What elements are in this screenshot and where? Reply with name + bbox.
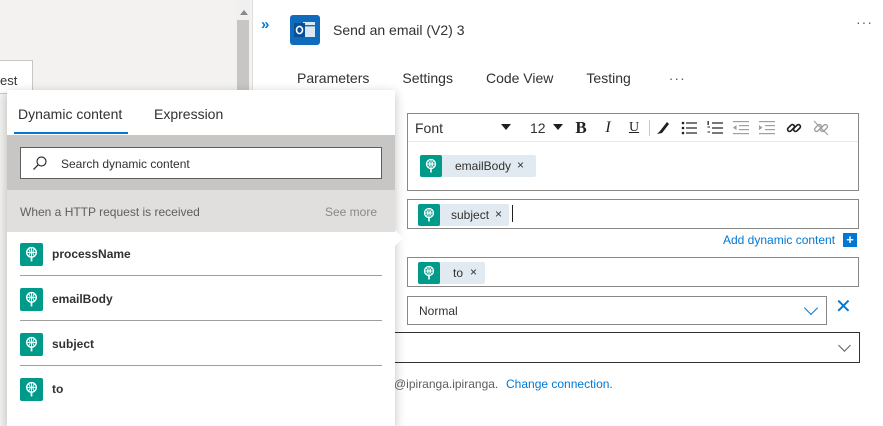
request-trigger-icon [20, 288, 43, 311]
token-label: to [453, 266, 464, 280]
dynamic-content-flyout: Dynamic content Expression Search dynami… [7, 90, 403, 426]
search-area: Search dynamic content [7, 135, 395, 190]
editor-toolbar: Font 12 B I U [408, 114, 858, 142]
action-more-icon[interactable]: ··· [856, 14, 873, 30]
chevron-down-icon[interactable] [838, 339, 851, 352]
connection-account: @ipiranga.ipiranga. [394, 377, 499, 391]
highlight-icon[interactable] [654, 119, 672, 137]
see-more-link[interactable]: See more [325, 205, 377, 219]
flyout-pointer [395, 230, 403, 246]
dynamic-item-label: subject [52, 337, 95, 351]
background-card-label: est [0, 73, 18, 88]
request-trigger-icon [20, 378, 43, 401]
remove-token-icon[interactable]: × [495, 207, 502, 221]
link-icon[interactable] [785, 119, 803, 137]
request-trigger-icon [418, 262, 440, 284]
add-dynamic-content-link[interactable]: Add dynamic content [723, 233, 835, 247]
bullet-list-icon[interactable] [680, 119, 698, 137]
search-input[interactable]: Search dynamic content [20, 147, 382, 179]
tab-dynamic-content[interactable]: Dynamic content [18, 106, 122, 122]
token-label: subject [451, 208, 490, 222]
font-dropdown-icon[interactable] [501, 124, 511, 130]
bold-button[interactable]: B [571, 118, 591, 138]
token-label: emailBody [455, 159, 512, 173]
clear-icon[interactable]: ✕ [835, 297, 852, 317]
request-trigger-icon [420, 155, 442, 177]
dynamic-item-label: emailBody [52, 292, 113, 306]
tab-code-view[interactable]: Code View [486, 70, 553, 86]
dynamic-item-emailbody[interactable]: emailBody [20, 277, 382, 321]
collapse-panel-button[interactable]: » [261, 16, 270, 33]
change-connection-link[interactable]: Change connection. [506, 377, 613, 391]
decrease-indent-icon[interactable] [732, 119, 750, 137]
numbered-list-icon[interactable] [706, 119, 724, 137]
subject-token[interactable]: subject × [418, 204, 509, 226]
dynamic-item-label: to [52, 382, 64, 396]
advanced-parameters-dropdown[interactable] [393, 332, 860, 363]
subject-field[interactable]: subject × [407, 199, 859, 229]
dynamic-item-processname[interactable]: processName [20, 232, 382, 276]
dynamic-item-to[interactable]: to [20, 367, 382, 411]
action-title[interactable]: Send an email (V2) 3 [333, 22, 465, 38]
add-icon[interactable]: + [843, 233, 857, 247]
text-cursor [512, 205, 513, 222]
font-size-select[interactable]: 12 [530, 120, 546, 136]
request-trigger-icon [20, 243, 43, 266]
dynamic-item-subject[interactable]: subject [20, 322, 382, 366]
background-action-card[interactable]: est [0, 60, 33, 94]
email-body-token[interactable]: emailBody × [420, 155, 536, 177]
tab-settings[interactable]: Settings [402, 70, 453, 86]
action-tabs: Parameters Settings Code View Testing ··… [297, 70, 686, 86]
outlook-icon [290, 15, 320, 45]
remove-token-icon[interactable]: × [517, 158, 524, 172]
increase-indent-icon[interactable] [758, 119, 776, 137]
section-title: When a HTTP request is received [20, 205, 200, 219]
request-trigger-icon [20, 333, 43, 356]
tab-expression[interactable]: Expression [154, 106, 223, 122]
email-body-editor[interactable]: Font 12 B I U emailBody × [407, 113, 859, 191]
request-trigger-icon [418, 204, 440, 226]
font-family-select[interactable]: Font [415, 120, 515, 136]
underline-button[interactable]: U [624, 118, 644, 138]
search-placeholder: Search dynamic content [61, 157, 190, 171]
italic-button[interactable]: I [598, 118, 618, 138]
tab-testing[interactable]: Testing [586, 70, 630, 86]
active-tab-indicator [14, 132, 128, 134]
toolbar-divider [649, 120, 650, 136]
tab-parameters[interactable]: Parameters [297, 70, 369, 86]
importance-value: Normal [419, 304, 458, 318]
search-icon [33, 156, 47, 170]
unlink-icon[interactable] [812, 119, 830, 137]
to-token[interactable]: to × [418, 262, 485, 284]
chevron-down-icon[interactable] [803, 300, 819, 316]
remove-token-icon[interactable]: × [470, 265, 477, 279]
to-field[interactable]: to × [407, 257, 859, 287]
importance-dropdown[interactable]: Normal [407, 296, 827, 325]
tabs-more-icon[interactable]: ··· [669, 70, 686, 86]
scroll-up-icon[interactable] [240, 10, 248, 15]
trigger-section-header: When a HTTP request is received See more [7, 190, 395, 232]
dynamic-item-label: processName [52, 247, 131, 261]
size-dropdown-icon[interactable] [553, 124, 563, 130]
